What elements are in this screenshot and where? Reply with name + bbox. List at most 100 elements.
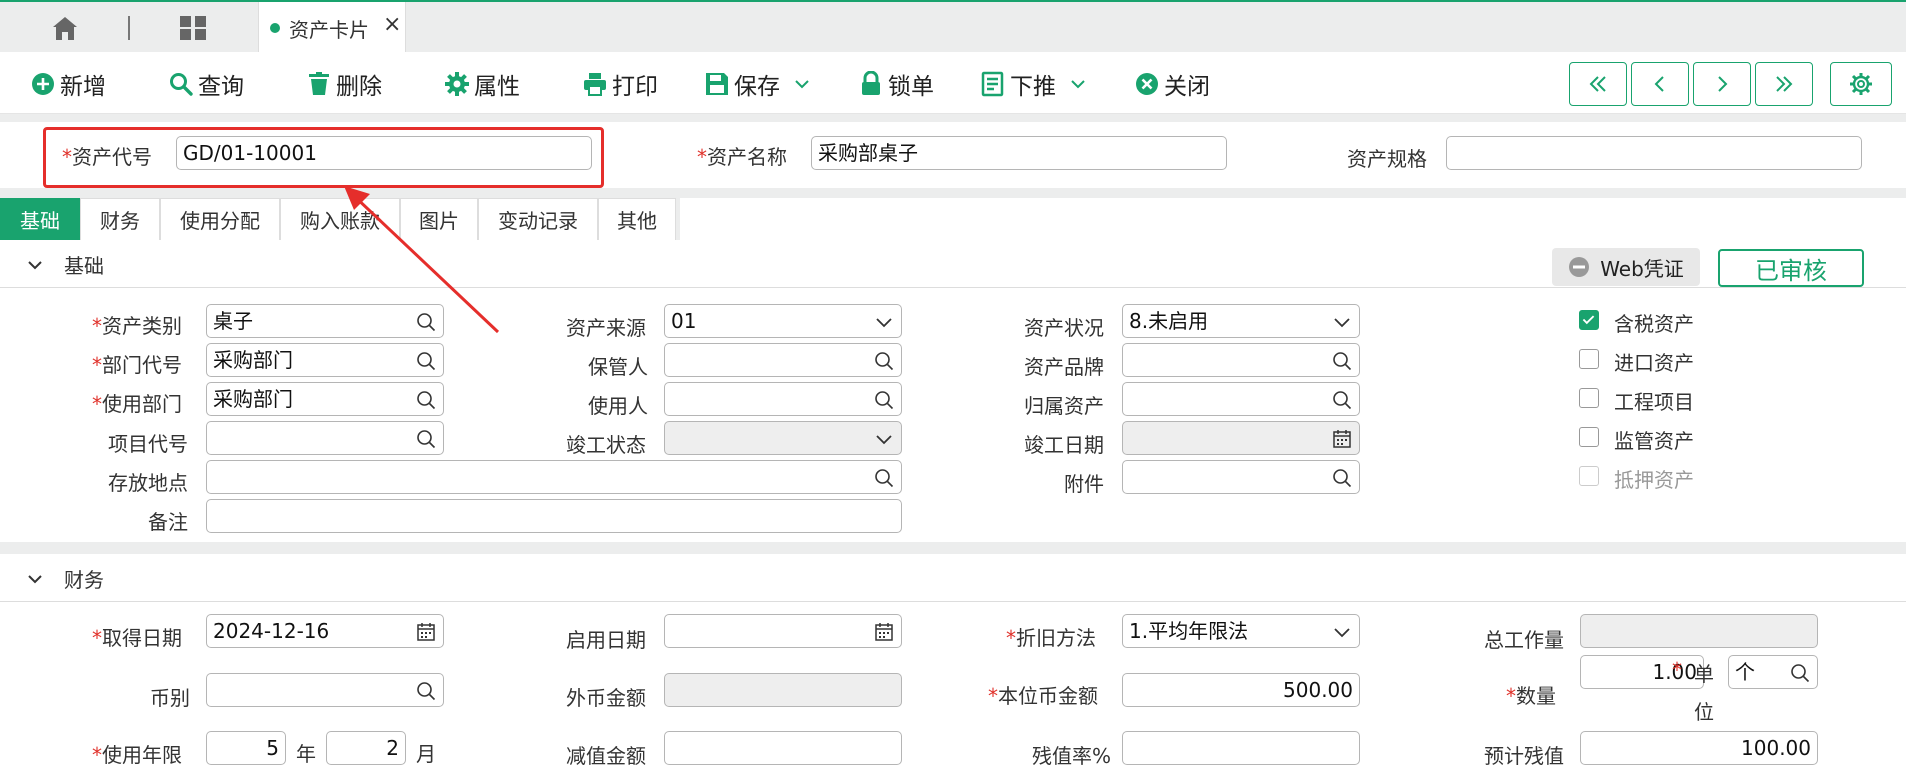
quantity-input[interactable]: 1.00 [1580,655,1704,689]
search-icon[interactable] [415,680,437,702]
life-months-input[interactable]: 2 [326,731,406,765]
web-voucher-button[interactable]: Web凭证 [1552,248,1700,286]
location-input[interactable] [206,460,902,494]
attributes-button[interactable]: 属性 [444,67,520,101]
double-chevron-left-icon [1589,76,1606,92]
search-icon[interactable] [415,389,437,411]
close-tab-icon[interactable]: × [383,12,401,37]
completion-date-label: 竣工日期 [1024,433,1104,457]
search-icon[interactable] [1789,662,1811,684]
save-button[interactable]: 保存 [704,67,814,101]
basic-section-title: 基础 [64,254,104,278]
supervised-label: 监管资产 [1614,429,1694,453]
tab-basic[interactable]: 基础 [0,198,80,240]
unit-input[interactable]: 个 [1728,655,1818,689]
supervised-checkbox[interactable] [1579,427,1599,447]
engineering-project-checkbox[interactable] [1579,388,1599,408]
search-icon[interactable] [1331,467,1353,489]
brand-label: 资产品牌 [1024,355,1104,379]
dept-code-label: *部门代号 [92,353,182,377]
close-button[interactable]: 关闭 [1134,67,1210,101]
life-label: *使用年限 [92,743,182,767]
mortgaged-label: 抵押资产 [1614,468,1694,492]
delete-label: 删除 [336,74,382,100]
depr-method-select[interactable]: 1.平均年限法 [1122,614,1360,648]
keeper-input[interactable] [664,343,902,377]
search-icon[interactable] [415,428,437,450]
prev-record-button[interactable] [1631,62,1689,106]
attachment-input[interactable] [1122,460,1360,494]
web-voucher-label: Web凭证 [1600,256,1684,281]
last-record-button[interactable] [1755,62,1813,106]
print-button[interactable]: 打印 [582,67,658,101]
lock-button[interactable]: 锁单 [858,67,934,101]
tab-finance[interactable]: 财务 [80,198,160,240]
calendar-icon[interactable] [415,621,437,643]
residual-rate-input[interactable] [1122,731,1360,765]
chevron-down-icon[interactable] [26,570,44,588]
add-label: 新增 [60,74,106,100]
acquire-date-input[interactable]: 2024-12-16 [206,614,444,648]
chevron-down-icon[interactable] [1331,621,1353,643]
asset-state-select[interactable]: 8.未启用 [1122,304,1360,338]
chevron-down-icon[interactable] [794,76,810,92]
use-dept-input[interactable]: 采购部门 [206,382,444,416]
source-select[interactable]: 01 [664,304,902,338]
total-work-label: 总工作量 [1484,628,1564,652]
user-input[interactable] [664,382,902,416]
asset-spec-input[interactable] [1446,136,1862,170]
belong-input[interactable] [1122,382,1360,416]
local-amount-input[interactable]: 500.00 [1122,673,1360,707]
query-button[interactable]: 查询 [168,67,244,101]
tax-included-checkbox[interactable] [1579,310,1599,330]
asset-name-input[interactable]: 采购部桌子 [811,136,1227,170]
imported-checkbox[interactable] [1579,349,1599,369]
settings-button[interactable] [1830,62,1892,106]
delete-button[interactable]: 删除 [306,67,382,101]
chevron-down-icon[interactable] [26,256,44,274]
project-input[interactable] [206,421,444,455]
residual-rate-label: 残值率% [1032,744,1112,768]
search-icon[interactable] [1331,389,1353,411]
calendar-icon[interactable] [873,621,895,643]
depr-method-label: *折旧方法 [1006,626,1096,650]
home-icon[interactable] [50,14,80,42]
tab-asset-card[interactable]: 资产卡片 × [258,2,406,54]
apps-grid-icon[interactable] [178,14,208,42]
print-label: 打印 [612,74,658,100]
search-icon[interactable] [415,350,437,372]
attachment-label: 附件 [1064,472,1104,496]
remark-input[interactable] [206,499,902,533]
next-record-button[interactable] [1693,62,1751,106]
user-label: 使用人 [588,394,648,418]
brand-input[interactable] [1122,343,1360,377]
chevron-down-icon[interactable] [873,311,895,333]
life-years-input[interactable]: 5 [206,731,286,765]
chevron-down-icon[interactable] [1070,76,1086,92]
attributes-label: 属性 [474,74,520,100]
finance-section-header[interactable]: 财务 [0,554,1906,602]
impairment-input[interactable] [664,731,902,765]
dept-code-input[interactable]: 采购部门 [206,343,444,377]
search-icon[interactable] [873,389,895,411]
annotation-arrow [344,186,500,334]
start-date-input[interactable] [664,614,902,648]
add-button[interactable]: 新增 [30,67,106,101]
total-work-input [1580,614,1818,648]
first-record-button[interactable] [1569,62,1627,106]
local-amount-label: *本位币金额 [988,684,1098,708]
est-residual-input[interactable]: 100.00 [1580,731,1818,765]
tab-other[interactable]: 其他 [598,198,676,240]
project-label: 项目代号 [108,432,188,456]
mortgaged-checkbox [1579,466,1599,486]
search-icon[interactable] [1331,350,1353,372]
divider [0,188,1906,198]
tab-usage-allocation[interactable]: 使用分配 [160,198,280,240]
currency-input[interactable] [206,673,444,707]
search-icon[interactable] [873,467,895,489]
trash-icon [309,72,329,95]
search-icon[interactable] [873,350,895,372]
chevron-down-icon[interactable] [1331,311,1353,333]
unit-label-line2: 位 [1694,700,1714,724]
push-down-button[interactable]: 下推 [980,67,1090,101]
